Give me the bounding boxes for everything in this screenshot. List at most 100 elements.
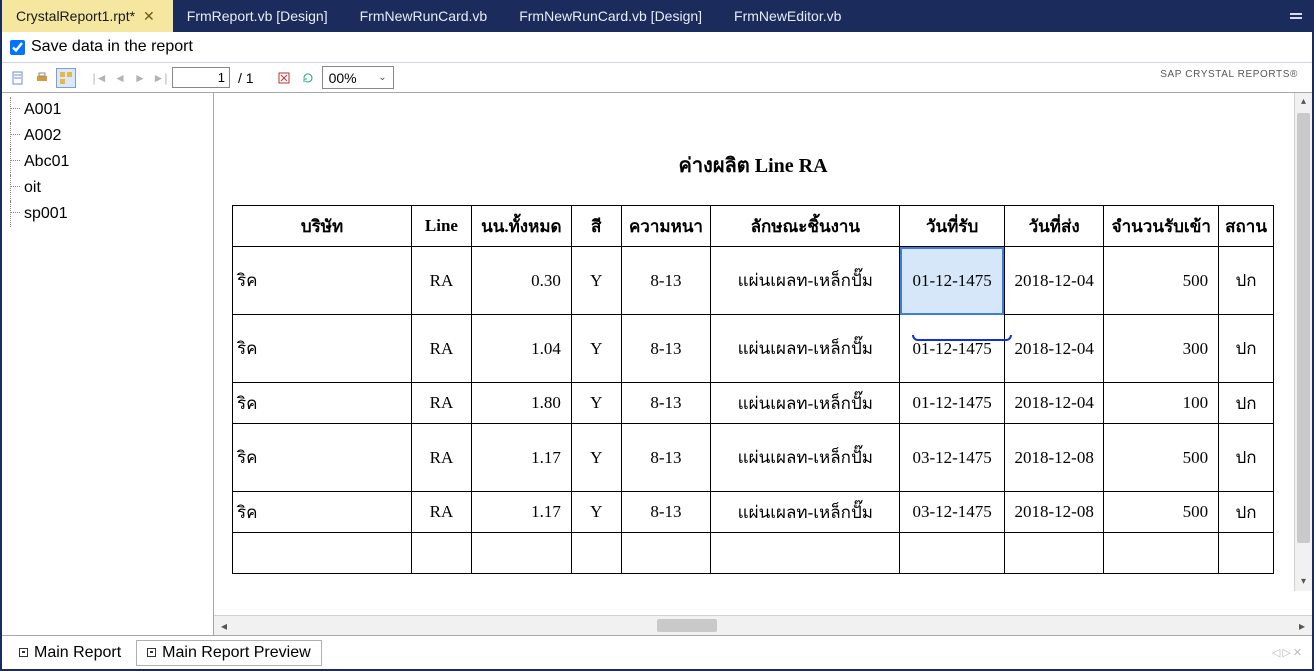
page-number-input[interactable] bbox=[172, 67, 230, 88]
table-cell[interactable]: แผ่นเผลท-เหล็กปั๊ม bbox=[711, 247, 900, 315]
tree-item[interactable]: oit bbox=[4, 175, 211, 201]
table-cell[interactable]: 100 bbox=[1104, 383, 1219, 424]
table-cell[interactable]: ปก bbox=[1219, 247, 1274, 315]
tab-main-report-preview[interactable]: Main Report Preview bbox=[136, 640, 322, 666]
table-cell[interactable]: 2018-12-04 bbox=[1004, 315, 1104, 383]
table-cell[interactable]: 300 bbox=[1104, 315, 1219, 383]
table-cell[interactable]: 8-13 bbox=[621, 424, 711, 492]
table-cell[interactable] bbox=[1219, 533, 1274, 574]
zoom-dropdown[interactable]: 00% ⌄ bbox=[322, 66, 394, 89]
table-cell[interactable]: 01-12-1475 bbox=[900, 383, 1005, 424]
tab-frmneweditor[interactable]: FrmNewEditor.vb bbox=[720, 0, 859, 32]
table-cell[interactable]: 2018-12-08 bbox=[1004, 424, 1104, 492]
tree-item[interactable]: A002 bbox=[4, 123, 211, 149]
table-cell[interactable]: 8-13 bbox=[621, 492, 711, 533]
table-cell[interactable]: 1.17 bbox=[471, 424, 571, 492]
vertical-scrollbar[interactable]: ▴ ▾ bbox=[1294, 93, 1312, 591]
tab-next-icon[interactable]: ▷ bbox=[1282, 646, 1290, 659]
table-cell[interactable]: 2018-12-04 bbox=[1004, 247, 1104, 315]
table-cell[interactable]: Y bbox=[571, 424, 621, 492]
table-cell[interactable]: 2018-12-08 bbox=[1004, 492, 1104, 533]
table-cell[interactable] bbox=[1104, 533, 1219, 574]
prev-page-icon[interactable]: ◄ bbox=[112, 71, 128, 85]
table-cell[interactable] bbox=[711, 533, 900, 574]
table-cell[interactable]: แผ่นเผลท-เหล็กปั๊ม bbox=[711, 492, 900, 533]
table-cell[interactable] bbox=[412, 533, 472, 574]
tab-frmreport-design[interactable]: FrmReport.vb [Design] bbox=[173, 0, 346, 32]
table-cell[interactable]: 8-13 bbox=[621, 315, 711, 383]
refresh-icon[interactable] bbox=[298, 68, 318, 88]
table-cell[interactable]: 8-13 bbox=[621, 383, 711, 424]
tab-prev-icon[interactable]: ◁ bbox=[1272, 646, 1280, 659]
table-cell[interactable] bbox=[233, 533, 412, 574]
table-cell[interactable]: RA bbox=[412, 315, 472, 383]
close-icon[interactable]: ✕ bbox=[143, 8, 155, 25]
horizontal-scrollbar[interactable]: ◂ ▸ bbox=[214, 615, 1312, 635]
table-cell[interactable]: ปก bbox=[1219, 424, 1274, 492]
table-cell[interactable]: 1.17 bbox=[471, 492, 571, 533]
scroll-track[interactable] bbox=[234, 616, 1292, 635]
tab-crystalreport[interactable]: CrystalReport1.rpt* ✕ bbox=[2, 0, 173, 32]
tree-item[interactable]: sp001 bbox=[4, 201, 211, 227]
tab-frmnewruncard-design[interactable]: FrmNewRunCard.vb [Design] bbox=[505, 0, 720, 32]
table-cell[interactable]: 8-13 bbox=[621, 247, 711, 315]
tab-overflow-icon[interactable] bbox=[1280, 0, 1312, 32]
table-cell[interactable] bbox=[900, 533, 1005, 574]
scroll-thumb[interactable] bbox=[657, 619, 717, 632]
stop-icon[interactable] bbox=[274, 68, 294, 88]
tab-main-report[interactable]: Main Report bbox=[8, 640, 132, 666]
table-cell[interactable]: 03-12-1475 bbox=[900, 492, 1005, 533]
zoom-value: 00% bbox=[329, 70, 357, 86]
table-cell[interactable]: 01-12-1475 bbox=[900, 247, 1005, 315]
table-cell[interactable]: ปก bbox=[1219, 492, 1274, 533]
table-cell[interactable]: 500 bbox=[1104, 424, 1219, 492]
scroll-thumb[interactable] bbox=[1297, 113, 1310, 543]
table-cell[interactable]: Y bbox=[571, 315, 621, 383]
report-icon bbox=[147, 648, 156, 657]
table-cell[interactable]: Y bbox=[571, 247, 621, 315]
first-page-icon[interactable]: |◄ bbox=[92, 71, 108, 85]
save-data-checkbox[interactable] bbox=[10, 40, 25, 55]
table-cell[interactable]: 500 bbox=[1104, 492, 1219, 533]
scroll-right-icon[interactable]: ▸ bbox=[1292, 619, 1312, 633]
table-cell[interactable] bbox=[571, 533, 621, 574]
next-page-icon[interactable]: ► bbox=[132, 71, 148, 85]
table-cell[interactable]: แผ่นเผลท-เหล็กปั๊ม bbox=[711, 424, 900, 492]
scroll-down-icon[interactable]: ▾ bbox=[1295, 573, 1312, 591]
table-cell[interactable]: 1.80 bbox=[471, 383, 571, 424]
table-cell[interactable]: 0.30 bbox=[471, 247, 571, 315]
table-cell[interactable] bbox=[471, 533, 571, 574]
table-cell[interactable]: 01-12-1475 bbox=[900, 315, 1005, 383]
table-cell[interactable]: ปก bbox=[1219, 383, 1274, 424]
export-icon[interactable] bbox=[8, 68, 28, 88]
table-cell[interactable]: แผ่นเผลท-เหล็กปั๊ม bbox=[711, 315, 900, 383]
table-cell[interactable]: ริค bbox=[233, 492, 412, 533]
table-cell[interactable]: ริค bbox=[233, 383, 412, 424]
table-cell[interactable]: ริค bbox=[233, 315, 412, 383]
table-cell[interactable] bbox=[1004, 533, 1104, 574]
table-cell[interactable]: 500 bbox=[1104, 247, 1219, 315]
scroll-up-icon[interactable]: ▴ bbox=[1295, 93, 1312, 111]
table-cell[interactable]: RA bbox=[412, 492, 472, 533]
table-cell[interactable]: RA bbox=[412, 247, 472, 315]
tree-item[interactable]: A001 bbox=[4, 97, 211, 123]
table-cell[interactable]: 1.04 bbox=[471, 315, 571, 383]
table-cell[interactable]: Y bbox=[571, 492, 621, 533]
table-cell[interactable]: ริค bbox=[233, 247, 412, 315]
table-cell[interactable] bbox=[621, 533, 711, 574]
tab-frmnewruncard[interactable]: FrmNewRunCard.vb bbox=[346, 0, 506, 32]
toggle-tree-icon[interactable] bbox=[56, 68, 76, 88]
tree-item[interactable]: Abc01 bbox=[4, 149, 211, 175]
table-cell[interactable]: RA bbox=[412, 383, 472, 424]
table-cell[interactable]: RA bbox=[412, 424, 472, 492]
table-cell[interactable]: Y bbox=[571, 383, 621, 424]
table-cell[interactable]: 2018-12-04 bbox=[1004, 383, 1104, 424]
scroll-left-icon[interactable]: ◂ bbox=[214, 619, 234, 633]
print-icon[interactable] bbox=[32, 68, 52, 88]
table-cell[interactable]: 03-12-1475 bbox=[900, 424, 1005, 492]
table-cell[interactable]: ปก bbox=[1219, 315, 1274, 383]
tab-close-icon[interactable]: ✕ bbox=[1293, 646, 1302, 659]
table-cell[interactable]: ริค bbox=[233, 424, 412, 492]
last-page-icon[interactable]: ►| bbox=[152, 71, 168, 85]
table-cell[interactable]: แผ่นเผลท-เหล็กปั๊ม bbox=[711, 383, 900, 424]
